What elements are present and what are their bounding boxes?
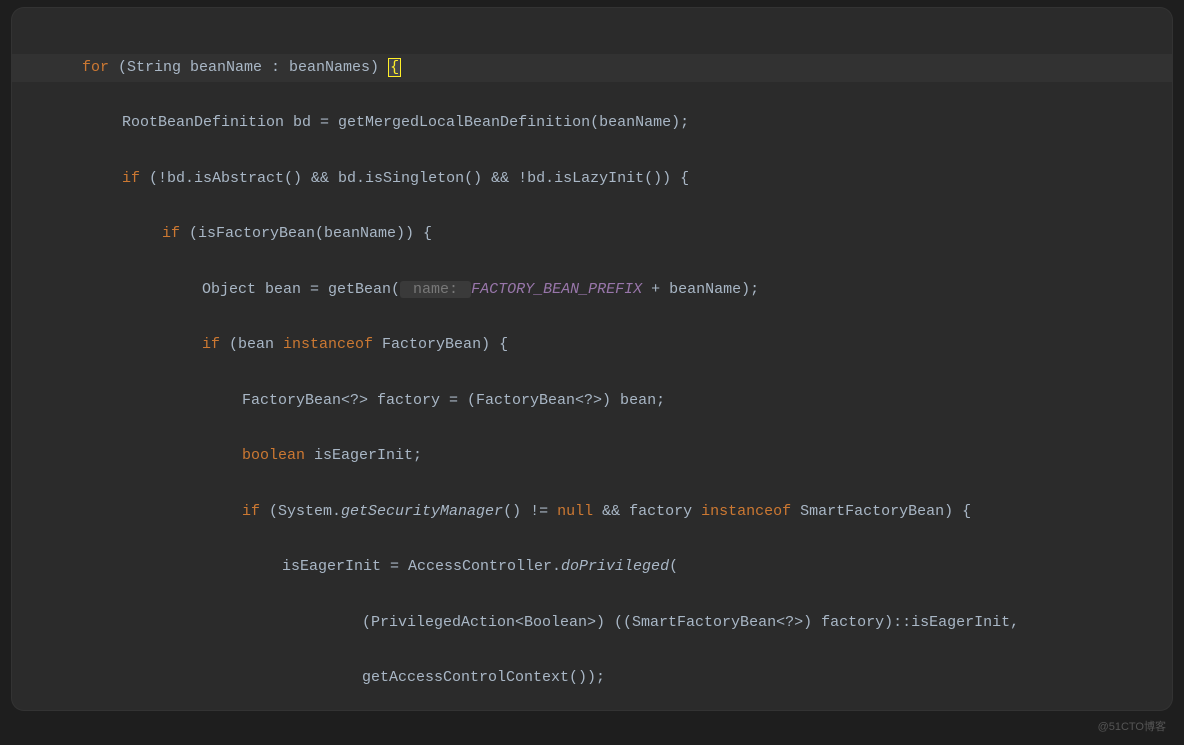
code-line: if (!bd.isAbstract() && bd.isSingleton()… [42,165,1152,193]
watermark: @51CTO博客 [1098,717,1166,737]
method-call: doPrivileged [561,558,669,575]
keyword-boolean: boolean [242,447,305,464]
code-text: + beanName); [642,281,759,298]
code-line: FactoryBean<?> factory = (FactoryBean<?>… [42,387,1152,415]
code-line: (PrivilegedAction<Boolean>) ((SmartFacto… [42,609,1152,637]
param-hint: name: [400,281,471,298]
code-text: (bean [220,336,283,353]
keyword-for: for [82,59,109,76]
code-text: ( [669,558,678,575]
method-call: getSecurityManager [341,503,503,520]
keyword-if: if [162,225,180,242]
code-text: (System. [260,503,341,520]
code-editor[interactable]: for (String beanName : beanNames) { Root… [12,8,1172,710]
code-line: Object bean = getBean( name: FACTORY_BEA… [42,276,1152,304]
keyword-if: if [202,336,220,353]
code-text: FactoryBean) { [373,336,508,353]
code-content: for (String beanName : beanNames) { Root… [12,26,1172,710]
code-text: (PrivilegedAction<Boolean>) ((SmartFacto… [362,614,1019,631]
code-text: Object bean = getBean( [202,281,400,298]
code-line: if (bean instanceof FactoryBean) { [42,331,1152,359]
code-text: isEagerInit = AccessController. [282,558,561,575]
keyword-instanceof: instanceof [283,336,373,353]
code-line: isEagerInit = AccessController.doPrivile… [42,553,1152,581]
code-text: && factory [593,503,701,520]
code-text: (isFactoryBean(beanName)) { [180,225,432,242]
keyword-if: if [122,170,140,187]
code-line: boolean isEagerInit; [42,442,1152,470]
constant: FACTORY_BEAN_PREFIX [471,281,642,298]
code-text: getAccessControlContext()); [362,669,605,686]
cursor-brace: { [388,58,401,77]
code-text: (String beanName : beanNames) [109,59,388,76]
keyword-null: null [557,503,593,520]
code-line: if (isFactoryBean(beanName)) { [42,220,1152,248]
code-text: () != [503,503,557,520]
code-text: (!bd.isAbstract() && bd.isSingleton() &&… [140,170,689,187]
code-line: if (System.getSecurityManager() != null … [42,498,1152,526]
code-line: getAccessControlContext()); [42,664,1152,692]
code-text: FactoryBean<?> factory = (FactoryBean<?>… [242,392,665,409]
code-text: RootBeanDefinition bd = getMergedLocalBe… [122,114,689,131]
keyword-if: if [242,503,260,520]
code-line-highlighted: for (String beanName : beanNames) { [12,54,1172,82]
code-text: isEagerInit; [305,447,422,464]
keyword-instanceof: instanceof [701,503,791,520]
code-line: RootBeanDefinition bd = getMergedLocalBe… [42,109,1152,137]
code-text: SmartFactoryBean) { [791,503,971,520]
